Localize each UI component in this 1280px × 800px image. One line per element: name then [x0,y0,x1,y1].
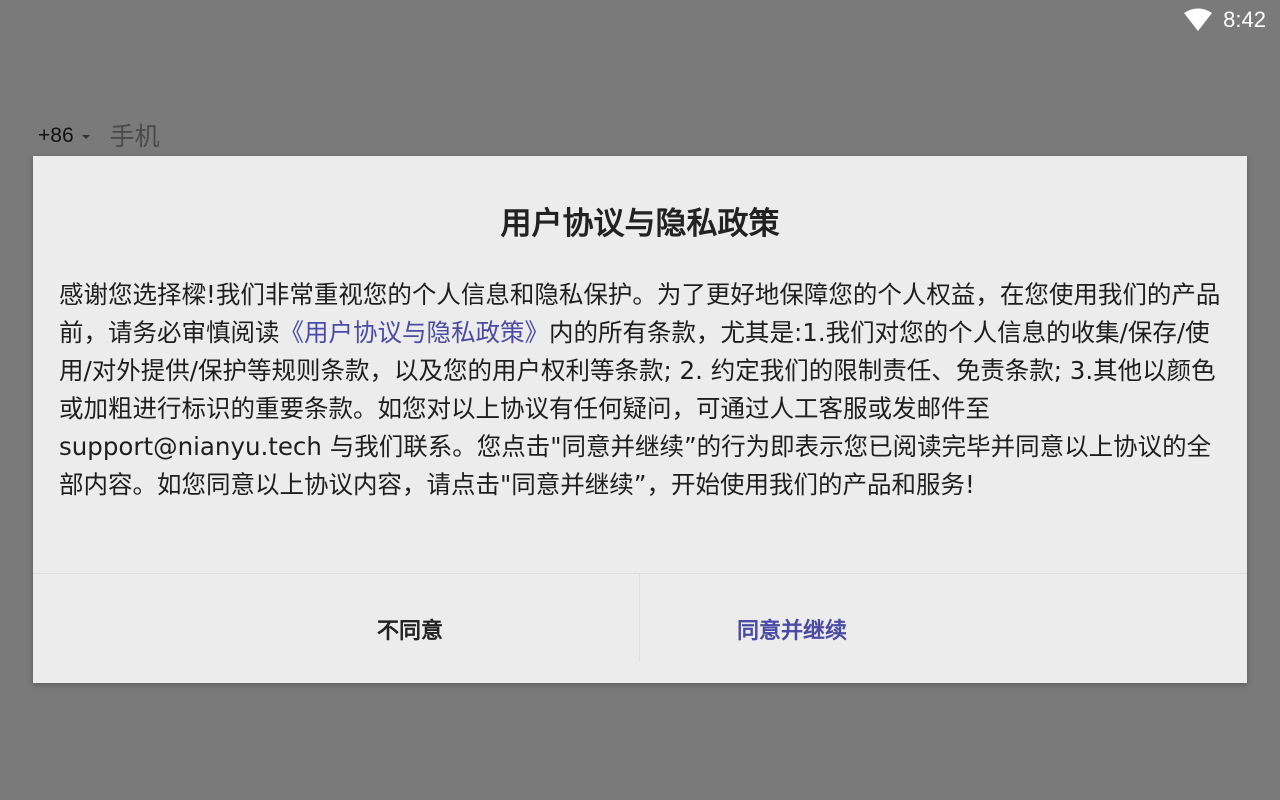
agreement-link[interactable]: 《用户协议与隐私政策》 [280,318,550,347]
dialog-title: 用户协议与隐私政策 [500,206,780,242]
disagree-button[interactable]: 不同意 [33,574,639,683]
status-time: 8:42 [1223,7,1266,32]
phone-row: +86 [38,118,410,154]
chevron-down-icon [81,135,90,139]
privacy-dialog: 用户协议与隐私政策 感谢您选择樑!我们非常重视您的个人信息和隐私保护。为了更好地… [33,156,1247,683]
country-code-label: +86 [38,124,74,147]
phone-input[interactable] [109,121,410,151]
status-bar: 8:42 [1183,0,1280,40]
screen: 8:42 +86 用户协议与隐私政策 感谢您选择樑!我们非常重视您的个人信息和隐… [0,0,1280,800]
agree-continue-button[interactable]: 同意并继续 [640,574,1247,683]
dialog-body: 感谢您选择樑!我们非常重视您的个人信息和隐私保护。为了更好地保障您的个人权益，在… [59,276,1223,504]
country-code-selector[interactable]: +86 [38,124,90,148]
dialog-actions: 不同意 同意并继续 [33,574,1247,683]
wifi-icon [1184,8,1213,31]
